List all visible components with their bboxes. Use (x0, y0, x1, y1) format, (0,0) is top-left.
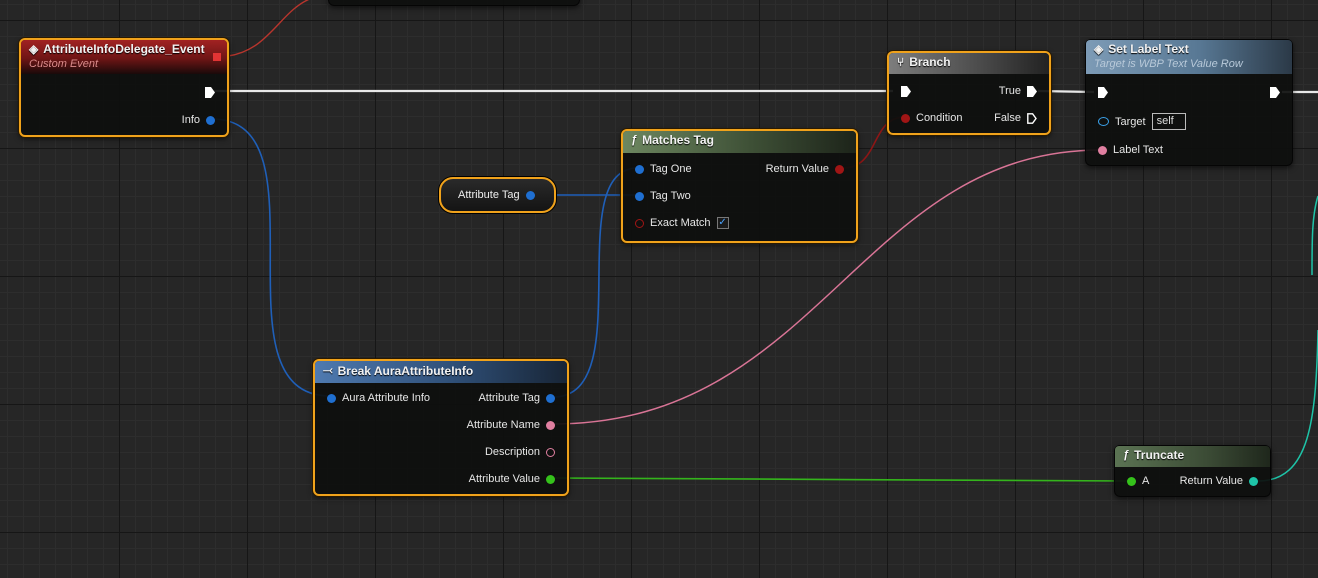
set-label-text-title: Set Label Text (1108, 42, 1189, 56)
matches-tag-title: Matches Tag (642, 133, 714, 147)
set-target-pin[interactable]: Target self (1098, 113, 1186, 130)
object-pin-icon (1098, 117, 1109, 126)
truncate-a-pin[interactable]: A (1127, 475, 1149, 487)
matches-return-pin[interactable]: Return Value (766, 163, 844, 175)
tag-two-label: Tag Two (650, 190, 691, 202)
info-wire (211, 118, 331, 397)
aura-attribute-info-label: Aura Attribute Info (342, 392, 431, 404)
break-attribute-value-label: Attribute Value (468, 473, 540, 485)
float-pin-icon (546, 474, 555, 484)
matches-return-label: Return Value (765, 163, 829, 175)
truncate-node[interactable]: ƒ Truncate A Return Value (1114, 445, 1271, 497)
branch-header: ⑂ Branch (889, 53, 1049, 74)
branch-node[interactable]: ⑂ Branch Condition True False (887, 51, 1051, 135)
exec-arrow-icon (1270, 87, 1280, 98)
struct-pin-icon (635, 164, 644, 174)
attribute-tag-var-label: Attribute Tag (458, 189, 520, 201)
struct-pin-icon (327, 393, 336, 403)
break-attribute-name-label: Attribute Name (466, 419, 540, 431)
exact-match-pin[interactable]: Exact Match ✓ (635, 217, 729, 229)
function-icon: ƒ (631, 134, 638, 146)
branch-icon: ⑂ (897, 55, 905, 69)
truncate-title: Truncate (1134, 448, 1185, 462)
tag-two-pin[interactable]: Tag Two (635, 190, 691, 202)
struct-pin-icon (635, 191, 644, 201)
event-info-label: Info (181, 114, 200, 126)
event-diamond-icon: ◈ (29, 42, 39, 56)
custom-event-title: AttributeInfoDelegate_Event (43, 42, 205, 56)
bool-pin-icon (835, 164, 844, 174)
truncate-return-label: Return Value (1179, 475, 1243, 487)
text-pin-icon (1098, 145, 1107, 155)
branch-condition-label: Condition (916, 112, 963, 124)
exec-arrow-icon (1098, 87, 1108, 98)
break-title: Break AuraAttributeInfo (337, 363, 474, 378)
struct-pin-icon (546, 393, 555, 403)
truncate-return-pin[interactable]: Return Value (1180, 475, 1258, 487)
exec-arrow-icon (901, 86, 911, 97)
branch-true-label: True (998, 85, 1021, 97)
tag-one-pin[interactable]: Tag One (635, 163, 692, 175)
set-label-text-pin[interactable]: Label Text (1098, 144, 1163, 156)
break-struct-icon: ⤙ (323, 363, 333, 377)
function-icon: ƒ (1123, 449, 1130, 461)
branch-false-label: False (994, 112, 1021, 124)
attribute-value-wire (552, 477, 1131, 482)
break-attribute-tag-pin[interactable]: Attribute Tag (478, 392, 555, 404)
branch-false-pin[interactable]: False (994, 112, 1037, 124)
exec-arrow-outline-icon (1027, 112, 1037, 124)
exec-arrow-icon (1027, 85, 1037, 97)
break-attribute-name-pin[interactable]: Attribute Name (467, 419, 555, 431)
function-call-icon: ◈ (1094, 42, 1104, 56)
bool-pin-icon (901, 113, 910, 123)
exact-match-checkbox[interactable]: ✓ (716, 217, 729, 229)
bool-pin-icon (635, 218, 644, 228)
branch-title: Branch (909, 55, 951, 69)
break-description-pin[interactable]: Description (485, 446, 555, 458)
float-pin-icon (1127, 476, 1136, 486)
set-label-text-pin-label: Label Text (1113, 144, 1163, 156)
truncate-header: ƒ Truncate (1115, 446, 1270, 467)
branch-true-pin[interactable]: True (999, 85, 1037, 97)
attribute-tag-variable-node[interactable]: Attribute Tag (439, 177, 556, 213)
break-header: ⤙ Break AuraAttributeInfo (315, 361, 567, 383)
set-label-text-header: ◈ Set Label Text Target is WBP Text Value… (1086, 40, 1292, 74)
text-pin-icon (546, 447, 555, 457)
set-target-label: Target (1115, 115, 1146, 128)
set-exec-out-pin[interactable] (1270, 87, 1280, 98)
attribute-tag-var-out-pin[interactable] (525, 190, 535, 200)
target-self-field[interactable]: self (1151, 113, 1186, 130)
delegate-wire (227, 0, 310, 57)
struct-pin-icon (206, 115, 215, 125)
exact-match-label: Exact Match (650, 217, 711, 229)
break-attribute-tag-label: Attribute Tag (478, 392, 540, 404)
break-aura-attribute-info-node[interactable]: ⤙ Break AuraAttributeInfo Aura Attribute … (313, 359, 569, 496)
event-exec-out-pin[interactable] (205, 87, 215, 98)
offscreen-string-wire (1311, 195, 1318, 276)
custom-event-node[interactable]: ◈ AttributeInfoDelegate_Event Custom Even… (19, 38, 229, 137)
set-label-text-node[interactable]: ◈ Set Label Text Target is WBP Text Value… (1085, 39, 1293, 166)
set-label-text-subtitle: Target is WBP Text Value Row (1094, 58, 1243, 70)
aura-attribute-info-in-pin[interactable]: Aura Attribute Info (327, 392, 430, 404)
delegate-output-pin[interactable] (213, 53, 221, 61)
exec-arrow-icon (205, 87, 215, 98)
custom-event-subtitle: Custom Event (29, 58, 99, 70)
text-pin-icon (546, 420, 555, 430)
break-description-label: Description (484, 446, 540, 458)
offscreen-node[interactable] (328, 0, 580, 6)
branch-exec-in-pin[interactable] (901, 86, 911, 97)
matches-tag-header: ƒ Matches Tag (623, 131, 856, 153)
set-exec-in-pin[interactable] (1098, 87, 1108, 98)
event-info-out-pin[interactable]: Info (182, 114, 215, 126)
int-pin-icon (1249, 476, 1258, 486)
branch-condition-pin[interactable]: Condition (901, 112, 962, 124)
tag-one-label: Tag One (650, 163, 692, 175)
matches-tag-node[interactable]: ƒ Matches Tag Tag One Tag Two Exact Match… (621, 129, 858, 243)
custom-event-header: ◈ AttributeInfoDelegate_Event Custom Even… (21, 40, 227, 74)
break-attribute-value-pin[interactable]: Attribute Value (469, 473, 555, 485)
truncate-a-label: A (1142, 475, 1150, 487)
